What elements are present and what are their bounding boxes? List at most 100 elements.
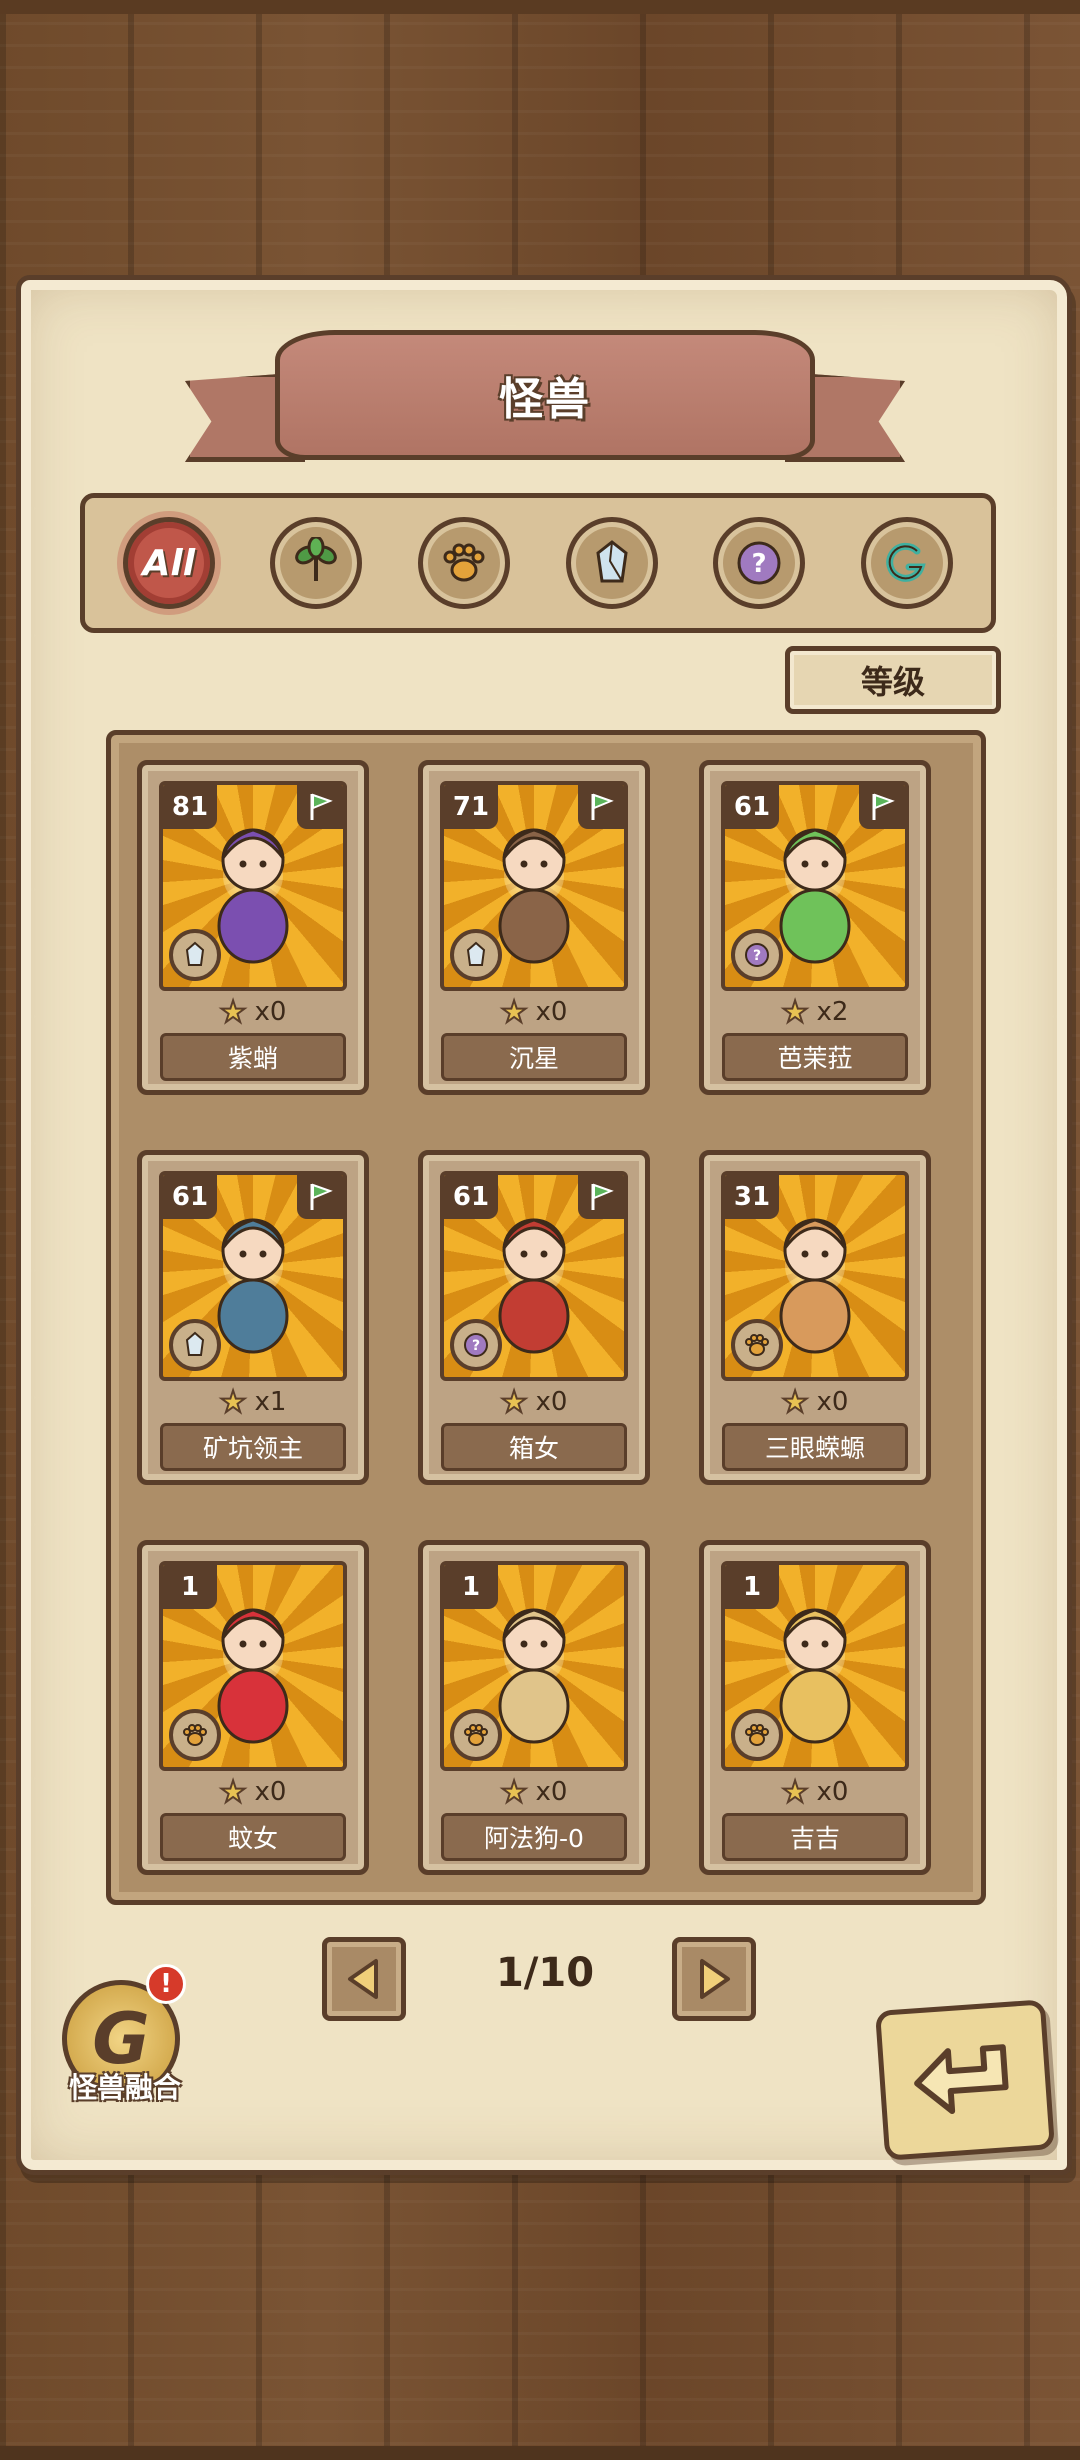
star-count-value: x0 [535, 1777, 568, 1807]
monster-card[interactable]: 1 ★ x0 吉吉 [699, 1540, 931, 1875]
star-count: ★ x0 [142, 994, 364, 1031]
arrow-left-icon [348, 1959, 378, 1999]
star-count: ★ x0 [704, 1384, 926, 1421]
star-count: ★ x0 [142, 1774, 364, 1811]
filter-unknown-button[interactable]: ? [713, 517, 806, 609]
level-badge: 31 [725, 1175, 779, 1219]
star-icon: ★ [781, 1774, 810, 1811]
monster-name: 蚊女 [160, 1813, 346, 1861]
filter-bar: All ? [80, 493, 996, 633]
monster-name: 三眼蝾螈 [722, 1423, 908, 1471]
svg-text:?: ? [752, 549, 767, 579]
level-badge: 61 [163, 1175, 217, 1219]
monster-portrait: 1 [440, 1561, 628, 1771]
svg-text:?: ? [753, 948, 761, 964]
star-icon: ★ [781, 1384, 810, 1421]
filter-plant-button[interactable] [270, 517, 363, 609]
title-ribbon: 怪兽 [275, 330, 815, 460]
level-badge: 1 [725, 1565, 779, 1609]
star-icon: ★ [500, 1774, 529, 1811]
star-icon: ★ [219, 1774, 248, 1811]
fusion-label: 怪兽融合 [68, 2071, 181, 2104]
crystal-icon [596, 540, 628, 583]
monster-name: 矿坑领主 [160, 1423, 346, 1471]
paw-icon [731, 1709, 783, 1761]
star-count-value: x0 [816, 1387, 849, 1417]
filter-all-button[interactable]: All [122, 517, 215, 609]
monster-portrait: 61? [721, 781, 909, 991]
crystal-icon [169, 1319, 221, 1371]
crystal-icon [169, 929, 221, 981]
star-count-value: x0 [816, 1777, 849, 1807]
paw-icon [731, 1319, 783, 1371]
monster-name: 沉星 [441, 1033, 627, 1081]
svg-text:?: ? [472, 1338, 480, 1354]
flag-icon [859, 785, 905, 829]
level-badge: 81 [163, 785, 217, 829]
notification-badge: ! [146, 1964, 186, 2004]
page-indicator: 1/10 [495, 1950, 595, 1996]
next-page-button[interactable] [672, 1937, 756, 2021]
monster-name: 吉吉 [722, 1813, 908, 1861]
star-icon: ★ [219, 994, 248, 1031]
level-badge: 71 [444, 785, 498, 829]
star-count-value: x1 [254, 1387, 287, 1417]
return-arrow-icon [914, 2044, 1009, 2114]
paw-icon [443, 543, 485, 582]
star-count-value: x0 [535, 997, 568, 1027]
monster-portrait: 61? [440, 1171, 628, 1381]
filter-fusion-button[interactable] [861, 517, 954, 609]
page-title: 怪兽 [499, 374, 591, 425]
star-count: ★ x0 [423, 1384, 645, 1421]
level-badge: 61 [725, 785, 779, 829]
question-icon: ? [737, 541, 781, 585]
monster-portrait: 1 [159, 1561, 347, 1771]
back-button[interactable] [874, 1999, 1056, 2161]
crystal-icon [450, 929, 502, 981]
monster-card[interactable]: 61 ★ x1 矿坑领主 [137, 1150, 369, 1485]
flag-icon [297, 1175, 343, 1219]
star-icon: ★ [781, 994, 810, 1031]
question-icon: ? [731, 929, 783, 981]
star-icon: ★ [500, 994, 529, 1031]
top-strip [0, 0, 1080, 14]
monster-portrait: 61 [159, 1171, 347, 1381]
flag-icon [578, 785, 624, 829]
monster-portrait: 31 [721, 1171, 909, 1381]
star-icon: ★ [500, 1384, 529, 1421]
star-count: ★ x1 [142, 1384, 364, 1421]
filter-beast-button[interactable] [418, 517, 511, 609]
flag-icon [578, 1175, 624, 1219]
star-count: ★ x0 [423, 994, 645, 1031]
monster-fusion-button[interactable]: G 怪兽融合 ! [50, 1964, 200, 2110]
monster-card[interactable]: 71 ★ x0 沉星 [418, 760, 650, 1095]
question-icon: ? [450, 1319, 502, 1371]
filter-mineral-button[interactable] [565, 517, 658, 609]
monster-card[interactable]: 31 ★ x0 三眼蝾螈 [699, 1150, 931, 1485]
star-count: ★ x2 [704, 994, 926, 1031]
prev-page-button[interactable] [322, 1937, 406, 2021]
star-count-value: x2 [816, 997, 849, 1027]
flag-icon [297, 785, 343, 829]
star-count: ★ x0 [704, 1774, 926, 1811]
star-count-value: x0 [535, 1387, 568, 1417]
monster-card[interactable]: 1 ★ x0 阿法狗-0 [418, 1540, 650, 1875]
star-count: ★ x0 [423, 1774, 645, 1811]
monster-card[interactable]: 1 ★ x0 蚊女 [137, 1540, 369, 1875]
level-badge: 1 [163, 1565, 217, 1609]
star-count-value: x0 [254, 997, 287, 1027]
monster-portrait: 71 [440, 781, 628, 991]
bottom-strip [0, 2446, 1080, 2460]
level-badge: 1 [444, 1565, 498, 1609]
sort-level-button[interactable]: 等级 [785, 646, 1001, 714]
arrow-right-icon [700, 1959, 730, 1999]
monster-portrait: 81 [159, 781, 347, 991]
fusion-icon [886, 542, 926, 582]
monster-portrait: 1 [721, 1561, 909, 1771]
monster-name: 紫蛸 [160, 1033, 346, 1081]
monster-card[interactable]: 81 ★ x0 紫蛸 [137, 760, 369, 1095]
monster-card[interactable]: 61? ★ x0 箱女 [418, 1150, 650, 1485]
star-icon: ★ [219, 1384, 248, 1421]
monster-card[interactable]: 61? ★ x2 芭茉菈 [699, 760, 931, 1095]
leaf-icon [295, 537, 338, 582]
